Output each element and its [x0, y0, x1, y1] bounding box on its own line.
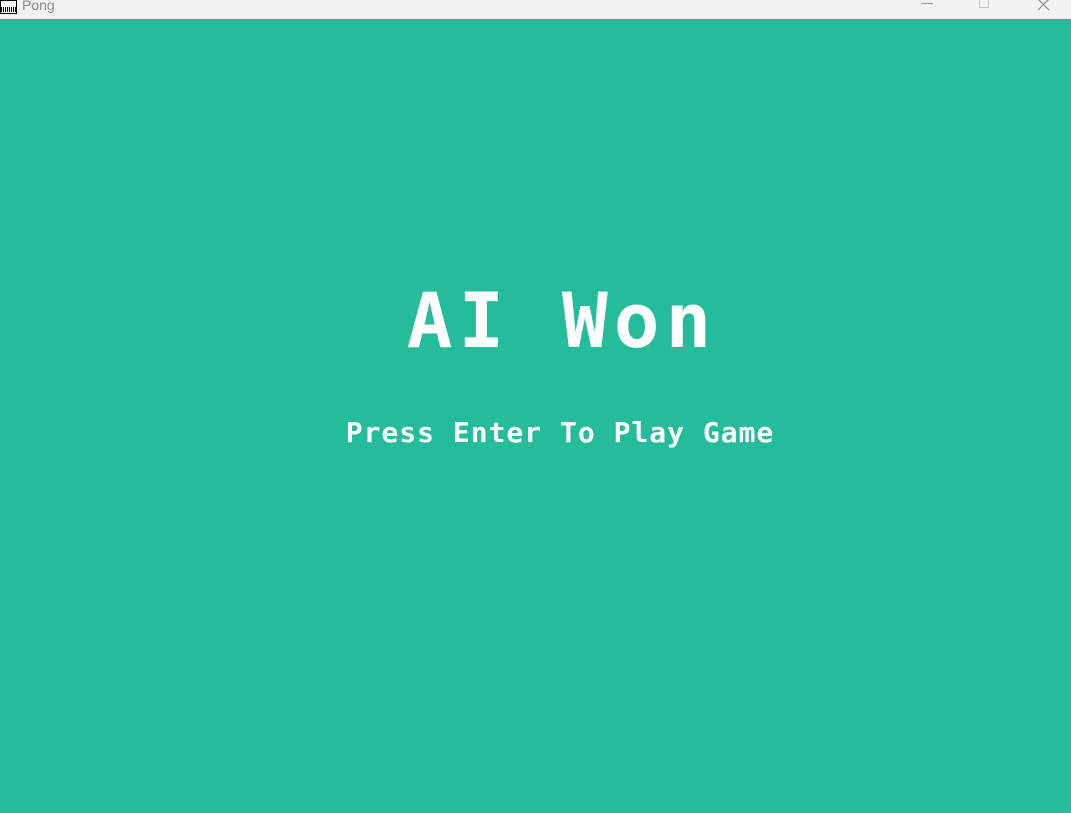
minimize-button[interactable] — [904, 0, 950, 19]
play-again-prompt: Press Enter To Play Game — [345, 416, 775, 449]
maximize-icon — [979, 0, 989, 8]
minimize-icon — [921, 3, 933, 4]
close-icon — [1037, 0, 1050, 11]
game-canvas[interactable]: AI Won Press Enter To Play Game — [0, 19, 1071, 813]
close-button[interactable] — [1021, 0, 1067, 19]
pong-window: Pong AI Won Press Enter To Play Game — [0, 0, 1071, 813]
app-icon-pattern — [1, 7, 16, 12]
window-title: Pong — [22, 0, 55, 13]
winner-message: AI Won — [406, 276, 718, 365]
title-bar[interactable]: Pong — [0, 0, 1071, 19]
app-icon[interactable] — [0, 0, 17, 14]
maximize-button[interactable] — [962, 0, 1008, 19]
